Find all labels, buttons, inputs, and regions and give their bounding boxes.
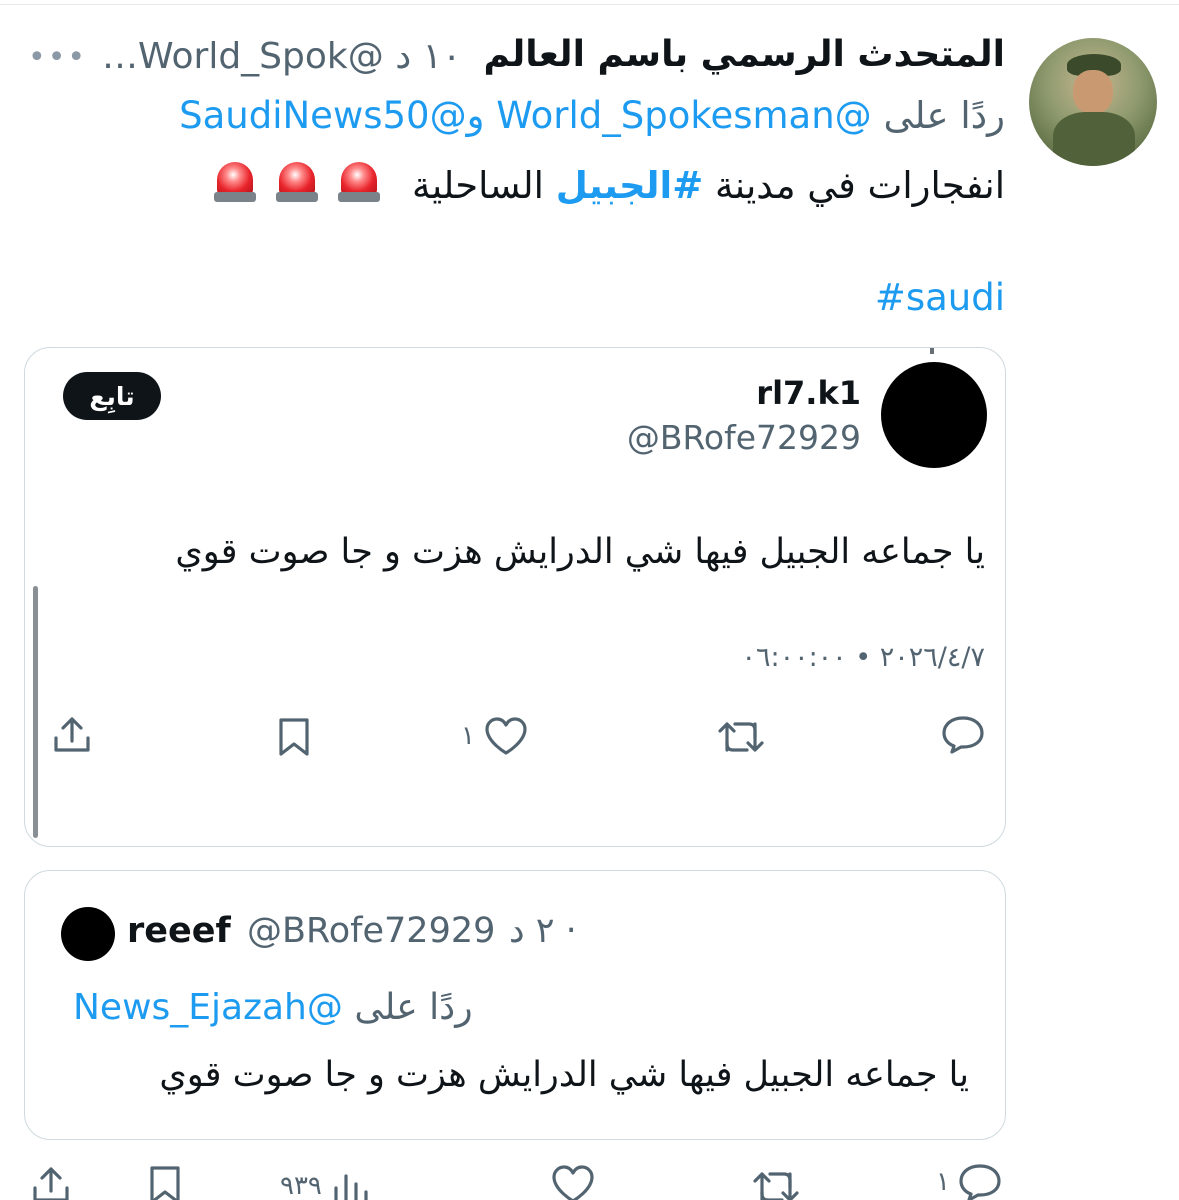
avatar[interactable] [61, 907, 115, 961]
quoted-reply-context: ردًا على @News_Ejazah [73, 987, 473, 1028]
siren-emoji-icon [276, 160, 319, 204]
divider [0, 4, 1179, 5]
reply-count: ١ [936, 1167, 950, 1197]
reply-icon [959, 1164, 1001, 1200]
reply-context: ردًا على @World_Spokesman و@SaudiNews50 [179, 94, 1005, 137]
tweet-text-part1: انفجارات في مدينة [714, 164, 1005, 207]
tweet-text: انفجارات في مدينة #الجبيل الساحلية [214, 160, 1005, 207]
hashtag-link-saudi[interactable]: #saudi [875, 276, 1005, 319]
scrollbar[interactable] [33, 586, 38, 838]
quoted-author-name[interactable]: reeef [127, 911, 231, 951]
embedded-author-name[interactable]: rl7.k1 [756, 374, 861, 412]
follow-button[interactable]: تابِع [63, 372, 161, 420]
retweet-icon[interactable] [717, 716, 767, 754]
reply-joiner: و [466, 94, 485, 137]
more-icon[interactable]: ••• [28, 40, 87, 75]
embedded-tweet-text: يا جماعه الجبيل فيها شي الدرايش هزت و جا… [175, 532, 985, 572]
quoted-tweet-text: يا جماعه الجبيل فيها شي الدرايش هزت و جا… [159, 1055, 969, 1095]
quoted-author-handle[interactable]: @BRofe72929 [247, 911, 495, 951]
embedded-timestamp[interactable]: ٢٠٢٦/٤/٧ • ٠٦:٠٠:٠٠ [741, 642, 985, 673]
siren-emoji-icon [214, 160, 257, 204]
share-icon[interactable] [30, 1164, 72, 1200]
tweet-text-part2: الساحلية [411, 164, 544, 207]
like-icon[interactable] [550, 1164, 596, 1200]
like-icon [485, 717, 527, 755]
avatar[interactable] [881, 362, 987, 468]
drag-handle [930, 348, 934, 354]
bookmark-icon[interactable] [275, 716, 313, 758]
reply-icon[interactable] [941, 714, 985, 754]
views-icon [334, 1174, 368, 1200]
bookmark-icon[interactable] [146, 1164, 184, 1200]
tweet-thread: المتحدث الرسمي باسم العالم …World_Spok@ … [0, 0, 1179, 1200]
author-name[interactable]: المتحدث الرسمي باسم العالم [483, 34, 1005, 75]
author-handle-time[interactable]: …World_Spok@ ١٠ د [102, 36, 461, 77]
hashtag-link[interactable]: #الجبيل [556, 164, 703, 207]
reply-mention[interactable]: @News_Ejazah [73, 987, 343, 1028]
reply-mention-2[interactable]: @SaudiNews50 [179, 94, 466, 137]
avatar[interactable] [1029, 38, 1157, 166]
siren-emoji-icon [338, 160, 381, 204]
like-count: ١ [461, 721, 475, 751]
views-count: ٩٣٩ [280, 1171, 322, 1200]
reply-prefix: ردًا على [354, 987, 473, 1028]
quoted-time: · ٢ د [509, 911, 577, 951]
retweet-icon[interactable] [752, 1166, 802, 1200]
embedded-tweet-card[interactable]: rl7.k1 @BRofe72929 تابِع يا جماعه الجبيل… [24, 347, 1006, 847]
views-button[interactable]: ٩٣٩ [280, 1170, 370, 1200]
like-button[interactable]: ١ [461, 716, 529, 756]
quoted-tweet-card[interactable]: reeef @BRofe72929 · ٢ د ردًا على @News_E… [24, 870, 1006, 1140]
reply-prefix: ردًا على [883, 94, 1005, 137]
embedded-author-handle[interactable]: @BRofe72929 [627, 418, 861, 457]
reply-button[interactable]: ١ [936, 1162, 1002, 1200]
reply-mention-1[interactable]: @World_Spokesman [496, 94, 871, 137]
share-icon[interactable] [51, 714, 93, 756]
